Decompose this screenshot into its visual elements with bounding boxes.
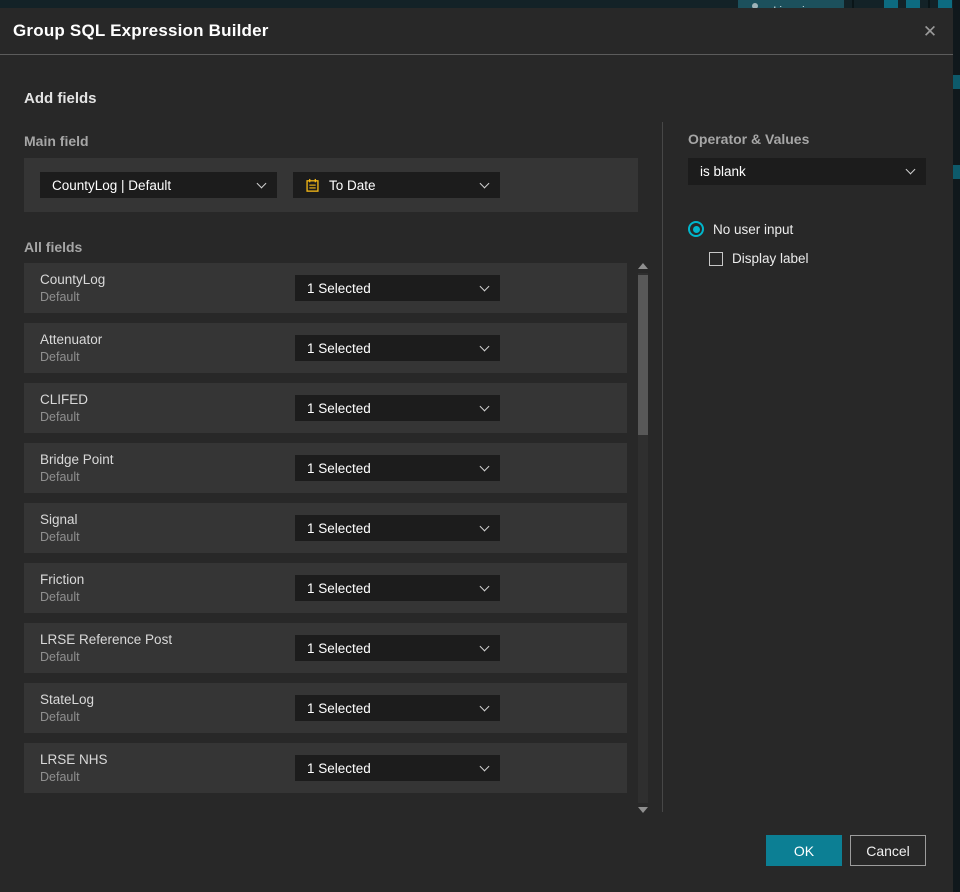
- field-values-dropdown-value: 1 Selected: [307, 700, 371, 716]
- sidebar-fragment: [953, 75, 960, 89]
- all-fields-list: CountyLog Default 1 Selected Attenuator …: [24, 263, 627, 793]
- field-values-dropdown-value: 1 Selected: [307, 580, 371, 596]
- field-row: Friction Default 1 Selected: [24, 563, 627, 613]
- field-values-dropdown-value: 1 Selected: [307, 460, 371, 476]
- field-values-dropdown[interactable]: 1 Selected: [295, 275, 500, 301]
- chevron-down-icon: [479, 521, 490, 531]
- field-values-dropdown[interactable]: 1 Selected: [295, 395, 500, 421]
- chevron-down-icon: [905, 164, 916, 175]
- close-icon: ✕: [922, 22, 938, 41]
- background-app-topbar: Live view: [0, 0, 953, 8]
- scrollbar-thumb[interactable]: [638, 275, 648, 435]
- chevron-down-icon: [479, 341, 490, 351]
- operator-dropdown-value: is blank: [700, 164, 746, 179]
- field-values-dropdown[interactable]: 1 Selected: [295, 695, 500, 721]
- field-row: StateLog Default 1 Selected: [24, 683, 627, 733]
- operator-values-label: Operator & Values: [688, 131, 810, 147]
- field-row: Bridge Point Default 1 Selected: [24, 443, 627, 493]
- sidebar-fragment: [953, 165, 960, 179]
- display-label-checkbox[interactable]: Display label: [709, 251, 809, 266]
- field-row: LRSE Reference Post Default 1 Selected: [24, 623, 627, 673]
- chevron-down-icon: [479, 641, 490, 651]
- display-label-label: Display label: [732, 251, 809, 266]
- field-values-dropdown-value: 1 Selected: [307, 520, 371, 536]
- field-values-dropdown-value: 1 Selected: [307, 400, 371, 416]
- chevron-down-icon: [256, 178, 267, 188]
- all-fields-label: All fields: [24, 239, 83, 255]
- calendar-icon: [305, 178, 320, 193]
- main-field-label: Main field: [24, 133, 89, 149]
- field-values-dropdown[interactable]: 1 Selected: [295, 455, 500, 481]
- live-view-button: Live view: [738, 0, 844, 8]
- operator-dropdown[interactable]: is blank: [688, 158, 926, 185]
- scroll-up-icon[interactable]: [638, 263, 648, 269]
- dialog-header: Group SQL Expression Builder ✕: [0, 8, 953, 55]
- field-values-dropdown[interactable]: 1 Selected: [295, 635, 500, 661]
- field-row: CLIFED Default 1 Selected: [24, 383, 627, 433]
- main-type-dropdown-value: To Date: [329, 177, 376, 193]
- main-field-panel: CountyLog | Default To Date: [24, 158, 638, 212]
- main-type-dropdown[interactable]: To Date: [293, 172, 500, 198]
- scrollbar[interactable]: [637, 263, 649, 813]
- radio-selected-icon: [688, 221, 704, 237]
- toolbar-separator: [928, 0, 930, 8]
- ok-button[interactable]: OK: [766, 835, 842, 866]
- chevron-down-icon: [479, 401, 490, 411]
- chevron-down-icon: [479, 178, 490, 188]
- no-user-input-radio[interactable]: No user input: [688, 221, 793, 237]
- chevron-down-icon: [479, 461, 490, 471]
- panel-divider: [662, 122, 663, 812]
- field-values-dropdown-value: 1 Selected: [307, 760, 371, 776]
- chevron-down-icon: [479, 281, 490, 291]
- chevron-down-icon: [479, 701, 490, 711]
- toolbar-separator: [852, 0, 854, 8]
- field-row: Signal Default 1 Selected: [24, 503, 627, 553]
- background-app-right-sliver: [953, 0, 960, 892]
- cancel-button[interactable]: Cancel: [850, 835, 926, 866]
- field-values-dropdown[interactable]: 1 Selected: [295, 515, 500, 541]
- field-values-dropdown[interactable]: 1 Selected: [295, 755, 500, 781]
- field-row: LRSE NHS Default 1 Selected: [24, 743, 627, 793]
- chevron-down-icon: [479, 761, 490, 771]
- field-row: Attenuator Default 1 Selected: [24, 323, 627, 373]
- toolbar-button-fragment: [938, 0, 952, 8]
- field-values-dropdown-value: 1 Selected: [307, 340, 371, 356]
- toolbar-button-fragment: [884, 0, 898, 8]
- field-row: CountyLog Default 1 Selected: [24, 263, 627, 313]
- toolbar-button-fragment: [906, 0, 920, 8]
- field-values-dropdown-value: 1 Selected: [307, 280, 371, 296]
- dialog-title: Group SQL Expression Builder: [13, 21, 269, 40]
- field-values-dropdown-value: 1 Selected: [307, 640, 371, 656]
- group-sql-expression-builder-dialog: Group SQL Expression Builder ✕ Add field…: [0, 8, 953, 892]
- scroll-down-icon[interactable]: [638, 807, 648, 813]
- radio-dot: [692, 225, 700, 233]
- add-fields-heading: Add fields: [24, 90, 97, 107]
- close-button[interactable]: ✕: [919, 21, 941, 43]
- field-values-dropdown[interactable]: 1 Selected: [295, 575, 500, 601]
- chevron-down-icon: [479, 581, 490, 591]
- main-field-dropdown[interactable]: CountyLog | Default: [40, 172, 277, 198]
- checkbox-unchecked-icon: [709, 251, 723, 266]
- no-user-input-label: No user input: [713, 221, 794, 237]
- field-values-dropdown[interactable]: 1 Selected: [295, 335, 500, 361]
- main-field-dropdown-value: CountyLog | Default: [52, 177, 172, 193]
